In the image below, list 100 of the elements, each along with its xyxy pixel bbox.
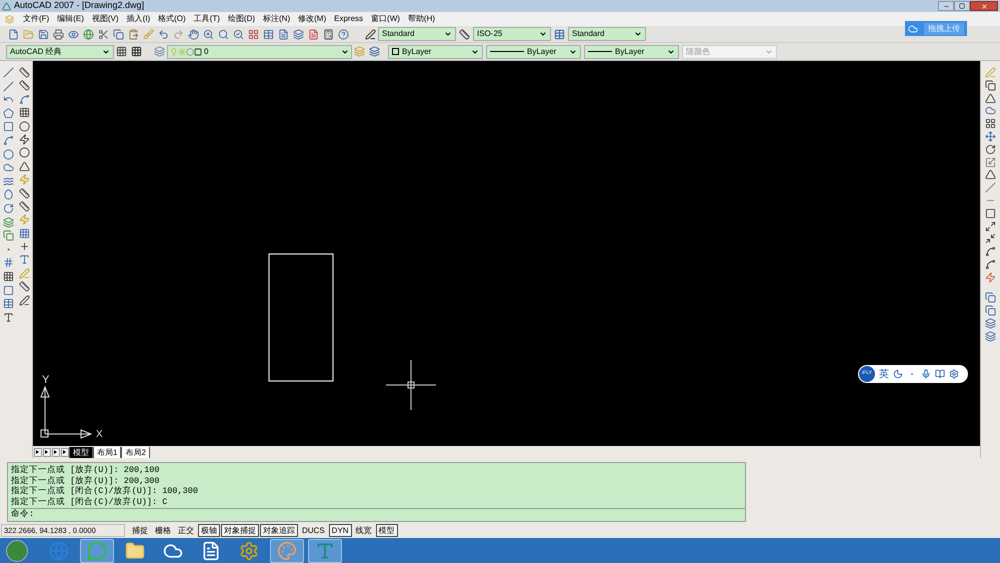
menu-item[interactable]: 修改(M) bbox=[294, 13, 330, 25]
status-toggle-button[interactable]: 极轴 bbox=[198, 524, 220, 537]
status-toggle-button[interactable]: 正交 bbox=[175, 524, 197, 537]
document-icon[interactable] bbox=[278, 28, 289, 40]
text-style-icon[interactable] bbox=[365, 28, 376, 40]
first-tab-arrow-icon[interactable] bbox=[34, 448, 42, 456]
copy-icon[interactable] bbox=[113, 28, 124, 40]
insert-block-icon[interactable] bbox=[2, 230, 14, 242]
status-toggle-button[interactable]: DUCS bbox=[299, 524, 328, 537]
layer-dropdown[interactable]: 0 bbox=[167, 44, 352, 58]
settings-icon[interactable] bbox=[949, 369, 959, 379]
start-button[interactable] bbox=[6, 540, 28, 562]
minimize-button[interactable] bbox=[938, 1, 954, 11]
close-button[interactable] bbox=[970, 1, 998, 11]
status-toggle-button[interactable]: 模型 bbox=[376, 524, 398, 537]
stack-icon[interactable] bbox=[293, 28, 304, 40]
undo-icon[interactable] bbox=[158, 28, 169, 40]
rectangle-shape[interactable] bbox=[268, 254, 334, 382]
rectangle-icon[interactable] bbox=[2, 121, 14, 132]
taskbar-app-button[interactable] bbox=[308, 538, 342, 562]
layout-tab[interactable]: 布局2 bbox=[121, 446, 150, 458]
status-toggle-button[interactable]: 线宽 bbox=[352, 524, 375, 537]
book-icon[interactable] bbox=[935, 369, 945, 379]
status-toggle-button[interactable]: 对象捕捉 bbox=[221, 524, 259, 537]
break-icon[interactable] bbox=[985, 208, 996, 219]
text-style-dropdown[interactable]: Standard bbox=[378, 27, 456, 41]
previous-tab-arrow-icon[interactable] bbox=[42, 448, 50, 456]
calculator-icon[interactable] bbox=[323, 28, 334, 40]
paste-icon[interactable] bbox=[128, 28, 139, 40]
help-icon[interactable] bbox=[338, 28, 349, 40]
status-toggle-button[interactable]: 捕捉 bbox=[129, 524, 151, 537]
zoom-previous-icon[interactable] bbox=[233, 28, 244, 40]
copy-icon[interactable] bbox=[985, 80, 996, 91]
spline-icon[interactable] bbox=[2, 176, 14, 187]
search-icon[interactable] bbox=[218, 28, 229, 40]
property-dropdown[interactable]: ByLayer bbox=[388, 44, 483, 58]
workspace-dropdown[interactable]: AutoCAD 经典 bbox=[6, 44, 114, 58]
table-style-dropdown[interactable]: Standard bbox=[568, 27, 646, 41]
circle-icon[interactable] bbox=[2, 148, 14, 160]
status-toggle-button[interactable]: DYN bbox=[328, 524, 352, 537]
dimension-style-dropdown[interactable]: ISO-25 bbox=[473, 27, 551, 41]
markup-icon[interactable] bbox=[308, 28, 319, 40]
cloud-icon[interactable] bbox=[2, 162, 14, 174]
globe-icon[interactable] bbox=[83, 28, 94, 40]
table-icon[interactable] bbox=[263, 28, 274, 40]
menu-item[interactable]: 文件(F) bbox=[19, 13, 54, 25]
last-tab-arrow-icon[interactable] bbox=[60, 448, 68, 456]
hatch-icon[interactable] bbox=[2, 257, 14, 268]
save-icon[interactable] bbox=[38, 28, 49, 40]
scale-icon[interactable] bbox=[985, 156, 996, 168]
menu-item[interactable]: 标注(N) bbox=[259, 13, 294, 25]
table-icon[interactable] bbox=[2, 298, 14, 310]
taskbar-app-button[interactable] bbox=[270, 538, 304, 562]
region-icon[interactable] bbox=[2, 284, 14, 296]
preview-icon[interactable] bbox=[68, 28, 79, 40]
taskbar-app-button[interactable] bbox=[80, 538, 114, 562]
bring-front-icon[interactable] bbox=[985, 318, 996, 329]
menu-item[interactable]: 视图(V) bbox=[88, 13, 123, 25]
layout-tab[interactable]: 布局1 bbox=[93, 446, 122, 458]
menu-item[interactable]: 插入(I) bbox=[122, 13, 154, 25]
menu-item[interactable]: 编辑(E) bbox=[53, 13, 88, 25]
pan-icon[interactable] bbox=[188, 28, 199, 40]
status-toggle-button[interactable]: 栅格 bbox=[152, 524, 174, 537]
menu-item[interactable]: 窗口(W) bbox=[367, 13, 404, 25]
layout-tab[interactable]: 模型 bbox=[69, 446, 93, 458]
construction-line-icon[interactable] bbox=[2, 80, 14, 92]
menu-item[interactable]: 工具(T) bbox=[190, 13, 224, 25]
cut-icon[interactable] bbox=[98, 28, 109, 40]
table-style-icon[interactable] bbox=[554, 28, 565, 40]
send-under-icon[interactable] bbox=[985, 330, 996, 342]
move-icon[interactable] bbox=[985, 130, 996, 142]
print-icon[interactable] bbox=[53, 28, 64, 40]
maximize-button[interactable] bbox=[954, 1, 970, 11]
array-icon[interactable] bbox=[985, 118, 996, 130]
menu-item[interactable]: 绘图(D) bbox=[224, 13, 260, 25]
input-mode-toggle[interactable]: 英 bbox=[879, 366, 889, 382]
next-tab-arrow-icon[interactable] bbox=[52, 448, 60, 456]
center-mark-icon[interactable] bbox=[18, 241, 30, 252]
menu-item[interactable]: Express bbox=[330, 13, 368, 25]
property-dropdown[interactable]: ByLayer bbox=[584, 44, 679, 58]
zoom-icon[interactable] bbox=[203, 28, 214, 40]
menu-item[interactable]: 格式(O) bbox=[154, 13, 190, 25]
layer-manager-icon[interactable] bbox=[154, 46, 165, 57]
layer-previous-icon[interactable] bbox=[369, 46, 380, 57]
polygon-icon[interactable] bbox=[2, 108, 14, 119]
text-icon[interactable] bbox=[2, 312, 14, 323]
moon-icon[interactable] bbox=[893, 369, 903, 379]
line-icon[interactable] bbox=[2, 67, 14, 78]
status-toggle-button[interactable]: 对象追踪 bbox=[260, 524, 298, 537]
draw-order-icon[interactable] bbox=[985, 292, 996, 304]
new-file-icon[interactable] bbox=[8, 28, 19, 40]
property-dropdown[interactable]: ByLayer bbox=[486, 44, 581, 58]
command-prompt-field[interactable]: 命令: bbox=[11, 509, 745, 520]
arc-length-icon[interactable] bbox=[18, 94, 30, 105]
arc-icon[interactable] bbox=[2, 134, 14, 146]
menu-item[interactable]: 帮助(H) bbox=[404, 13, 440, 25]
block-icon[interactable] bbox=[2, 216, 14, 228]
rotate-icon[interactable] bbox=[985, 144, 996, 155]
send-back-icon[interactable] bbox=[985, 305, 996, 316]
microphone-icon[interactable] bbox=[921, 369, 931, 379]
